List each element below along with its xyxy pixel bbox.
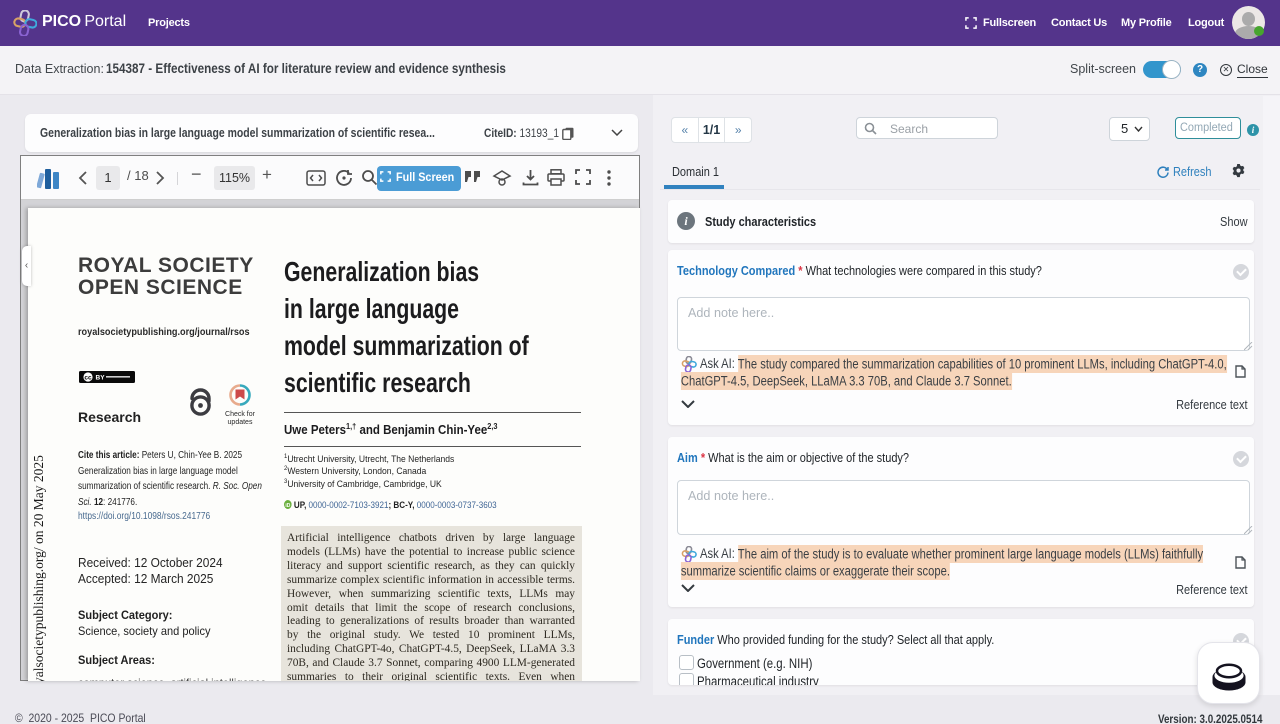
svg-text:BY: BY [96,375,106,382]
svg-text:cc: cc [84,374,92,381]
svg-text:iD: iD [285,503,290,509]
